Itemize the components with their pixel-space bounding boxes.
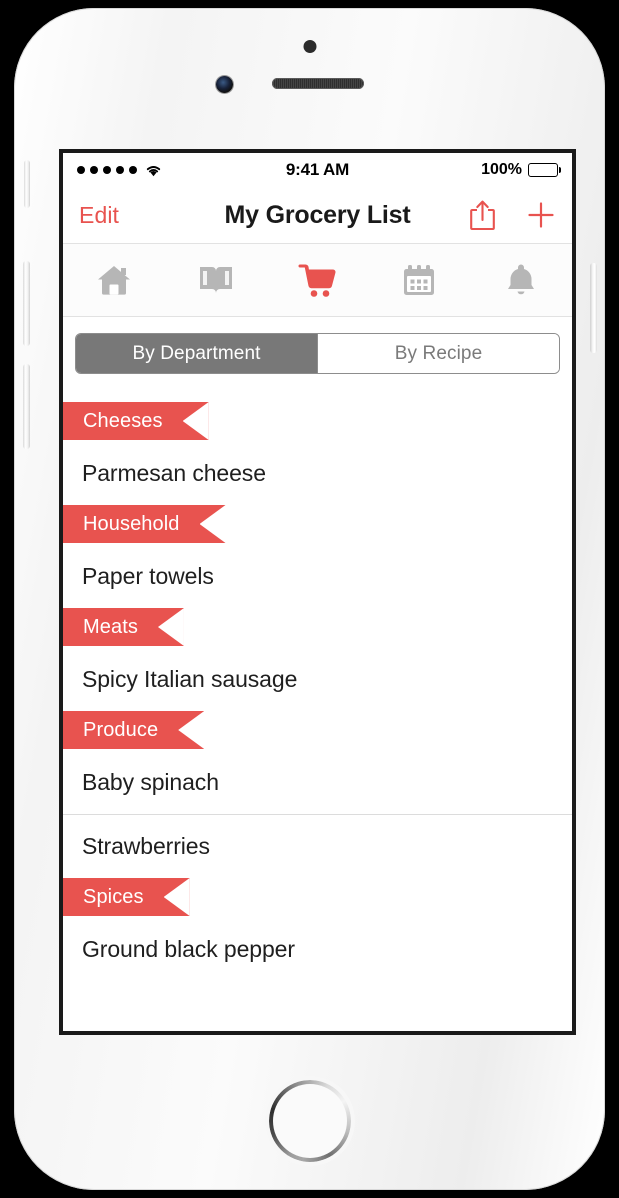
home-button[interactable] [268, 1080, 351, 1162]
front-camera-icon [216, 76, 233, 93]
list-item[interactable]: Paper towels [63, 545, 572, 608]
section-header-spices: Spices [63, 878, 190, 916]
segment-by-recipe[interactable]: By Recipe [317, 334, 559, 373]
home-icon [97, 266, 130, 295]
screen: 9:41 AM 100% Edit My Grocery List By Dep… [63, 153, 572, 1031]
section-header-meats: Meats [63, 608, 184, 646]
volume-down-button[interactable] [23, 364, 30, 449]
page-title: My Grocery List [224, 200, 411, 229]
bell-icon [508, 264, 535, 295]
book-icon [199, 267, 232, 293]
grocery-list: Cheeses Parmesan cheese Household Paper … [63, 388, 572, 981]
tab-recipes[interactable] [165, 244, 267, 316]
list-item[interactable]: Strawberries [63, 814, 572, 878]
tab-reminders[interactable] [470, 244, 572, 316]
list-item[interactable]: Baby spinach [63, 751, 572, 814]
edit-button[interactable]: Edit [79, 202, 119, 229]
list-item[interactable]: Ground black pepper [63, 918, 572, 981]
silent-switch[interactable] [24, 160, 30, 208]
section-header-produce: Produce [63, 711, 205, 749]
proximity-sensor-icon [303, 40, 316, 53]
volume-up-button[interactable] [23, 261, 30, 346]
screen-bezel: 9:41 AM 100% Edit My Grocery List By Dep… [59, 149, 576, 1035]
device-stage: 9:41 AM 100% Edit My Grocery List By Dep… [0, 0, 619, 1198]
navigation-bar: Edit My Grocery List [63, 187, 572, 243]
plus-icon[interactable] [526, 200, 556, 230]
status-bar-time: 9:41 AM [285, 160, 350, 179]
power-button[interactable] [590, 263, 597, 353]
segment-by-department[interactable]: By Department [76, 334, 317, 373]
share-icon[interactable] [469, 199, 496, 231]
tab-meal-plan[interactable] [368, 244, 470, 316]
segmented-control-container: By Department By Recipe [63, 317, 572, 388]
status-bar-left [77, 163, 163, 177]
list-item[interactable]: Parmesan cheese [63, 442, 572, 505]
phone-body: 9:41 AM 100% Edit My Grocery List By Dep… [14, 8, 605, 1190]
tab-bar [63, 243, 572, 317]
status-bar-right: 100% [481, 161, 558, 179]
battery-percent-label: 100% [481, 161, 522, 178]
tab-home[interactable] [63, 244, 165, 316]
cart-icon [298, 264, 336, 297]
cellular-signal-icon [77, 166, 137, 174]
earpiece-speaker [272, 78, 364, 89]
status-bar: 9:41 AM 100% [63, 153, 572, 187]
section-header-cheeses: Cheeses [63, 402, 209, 440]
tab-grocery-list[interactable] [267, 244, 369, 316]
battery-icon [528, 163, 558, 177]
navigation-bar-actions [469, 199, 556, 231]
segmented-control: By Department By Recipe [75, 333, 560, 374]
wifi-icon [146, 165, 161, 177]
section-header-household: Household [63, 505, 226, 543]
list-item[interactable]: Spicy Italian sausage [63, 648, 572, 711]
calendar-icon [404, 265, 435, 295]
